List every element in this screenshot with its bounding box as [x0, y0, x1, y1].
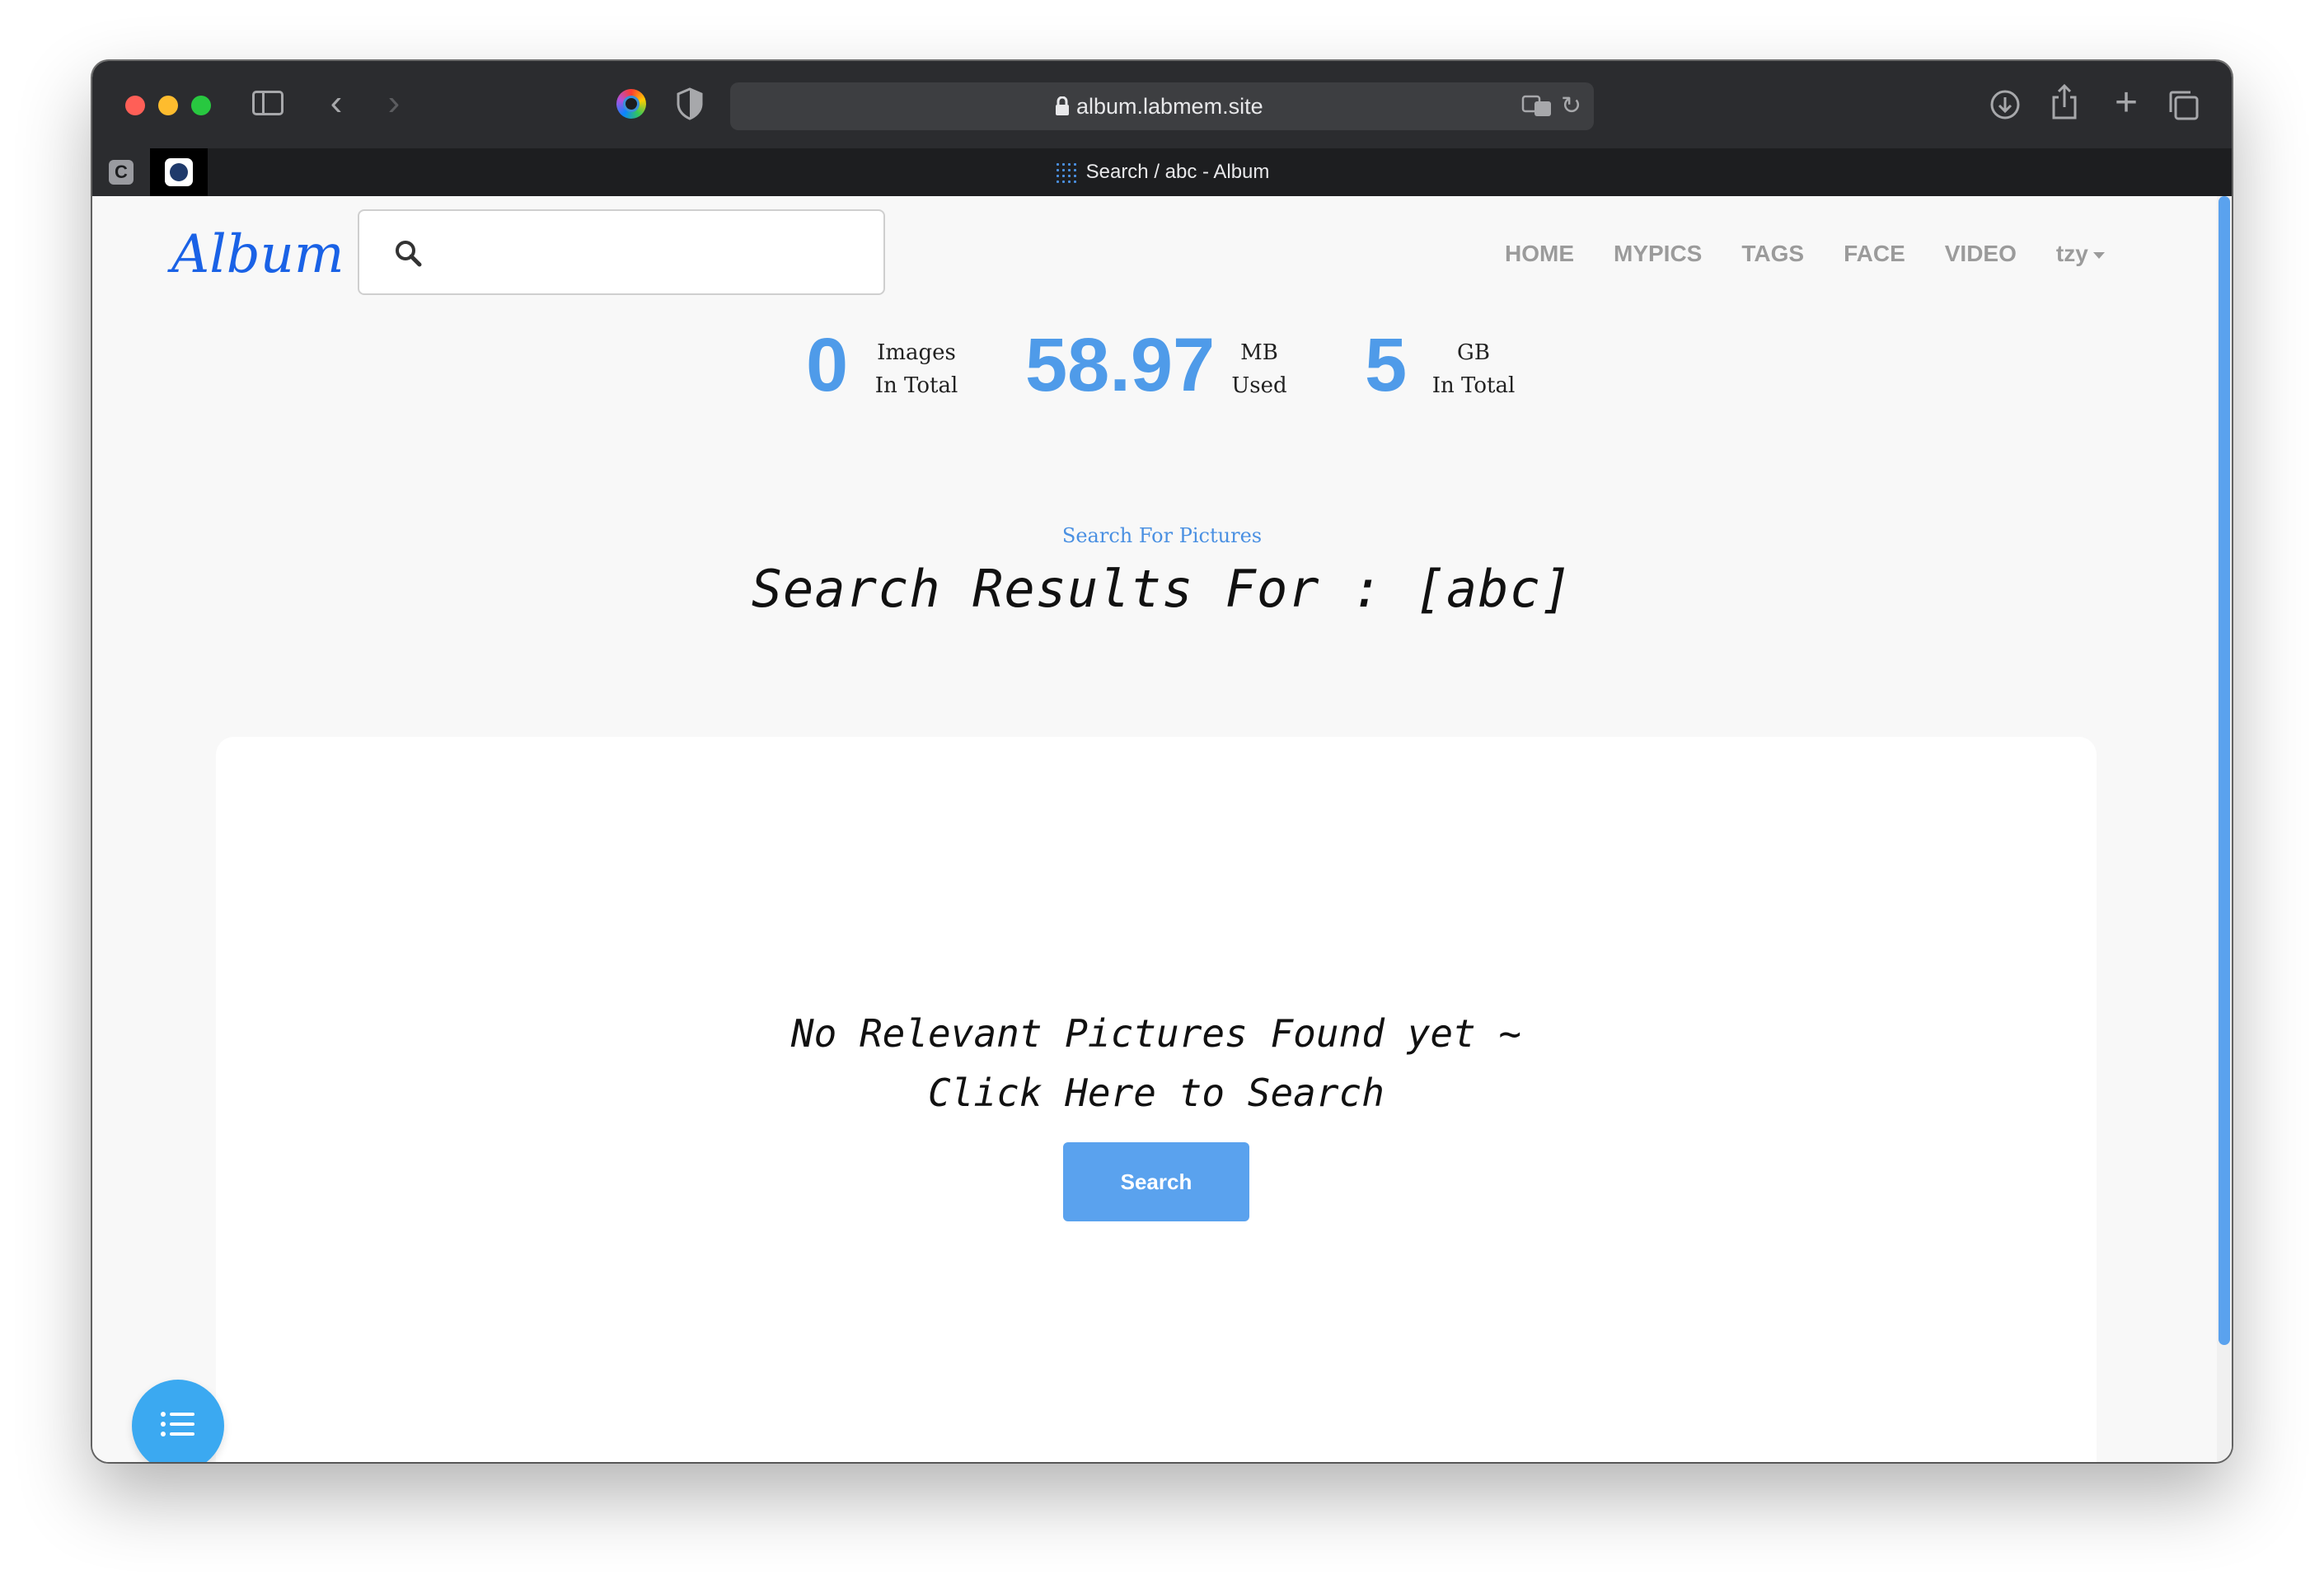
search-button[interactable]: Search — [1063, 1142, 1249, 1221]
color-extension-icon[interactable] — [616, 89, 646, 119]
back-arrow-icon[interactable]: ‹ — [320, 82, 353, 124]
page-scrollbar[interactable] — [2217, 196, 2232, 1462]
download-icon[interactable] — [1989, 89, 2021, 120]
storage-used-label: MB Used — [1226, 336, 1292, 402]
album-favicon-icon — [1054, 161, 1078, 185]
nav-face[interactable]: FACE — [1844, 237, 1905, 270]
zoom-window-button[interactable] — [191, 96, 211, 115]
chevron-down-icon — [2092, 251, 2105, 259]
page-title: Search Results For : [abc] — [751, 559, 1573, 619]
list-menu-icon — [160, 1411, 196, 1441]
storage-total-label-2: In Total — [1431, 373, 1516, 398]
site-logo[interactable]: Album — [171, 224, 344, 285]
new-tab-icon[interactable]: + — [2110, 81, 2143, 124]
tab-bar: C Search / abc - Album — [92, 148, 2232, 196]
page-content: Album HOME MYPICS TAGS FACE VIDEO tzy 0 … — [92, 196, 2232, 1462]
stats-bar: 0 Images In Total 58.97 MB Used 5 GB In … — [92, 320, 2232, 410]
translate-icon[interactable] — [1521, 94, 1554, 119]
nav-tags[interactable]: TAGS — [1741, 237, 1804, 270]
menu-fab-button[interactable] — [132, 1380, 224, 1462]
storage-used-value: 58.97 — [1025, 323, 1216, 407]
search-icon — [392, 237, 425, 270]
tab-overview-icon[interactable] — [2167, 89, 2200, 122]
page-subtitle: Search For Pictures — [1061, 524, 1263, 547]
images-count: 0 — [806, 323, 849, 407]
browser-toolbar: ‹ › album.labmem.site ↻ + — [92, 61, 2232, 148]
storage-total-value: 5 — [1365, 323, 1408, 407]
empty-state-message[interactable]: No Relevant Pictures Found yet ~ Click H… — [216, 1004, 2097, 1122]
close-window-button[interactable] — [125, 96, 145, 115]
reload-icon[interactable]: ↻ — [1561, 94, 1586, 119]
user-name: tzy — [2055, 241, 2088, 266]
nav-video[interactable]: VIDEO — [1945, 237, 2017, 270]
forward-arrow-icon[interactable]: › — [377, 82, 410, 124]
storage-used-label-1: MB — [1240, 340, 1278, 365]
share-icon[interactable] — [2050, 84, 2078, 120]
browser-window: ‹ › album.labmem.site ↻ + C Search / abc… — [92, 61, 2232, 1462]
search-input[interactable] — [442, 227, 857, 279]
storage-total-label-1: GB — [1457, 340, 1490, 365]
search-box[interactable] — [358, 209, 885, 295]
user-menu[interactable]: tzy — [2056, 237, 2105, 270]
sidebar-toggle-icon[interactable] — [252, 91, 283, 115]
minimize-window-button[interactable] — [158, 96, 178, 115]
nav-home[interactable]: HOME — [1505, 237, 1574, 270]
address-bar[interactable]: album.labmem.site ↻ — [730, 82, 1594, 130]
active-tab-title: Search / abc - Album — [1085, 161, 1270, 183]
empty-state-line-2: Click Here to Search — [928, 1071, 1385, 1115]
main-nav: HOME MYPICS TAGS FACE VIDEO tzy — [1505, 237, 2105, 270]
results-card: No Relevant Pictures Found yet ~ Click H… — [216, 737, 2097, 1462]
images-label: Images In Total — [870, 336, 963, 402]
scrollbar-thumb[interactable] — [2219, 196, 2230, 1345]
lock-icon — [1055, 96, 1070, 116]
url-text: album.labmem.site — [1076, 94, 1263, 119]
storage-used-label-2: Used — [1231, 373, 1287, 398]
privacy-shield-icon[interactable] — [676, 87, 704, 120]
active-tab[interactable]: Search / abc - Album — [92, 148, 2232, 196]
nav-mypics[interactable]: MYPICS — [1614, 237, 1702, 270]
empty-state-line-1: No Relevant Pictures Found yet ~ — [790, 1011, 1522, 1056]
images-label-1: Images — [877, 340, 956, 365]
images-label-2: In Total — [874, 373, 958, 398]
storage-total-label: GB In Total — [1427, 336, 1520, 402]
